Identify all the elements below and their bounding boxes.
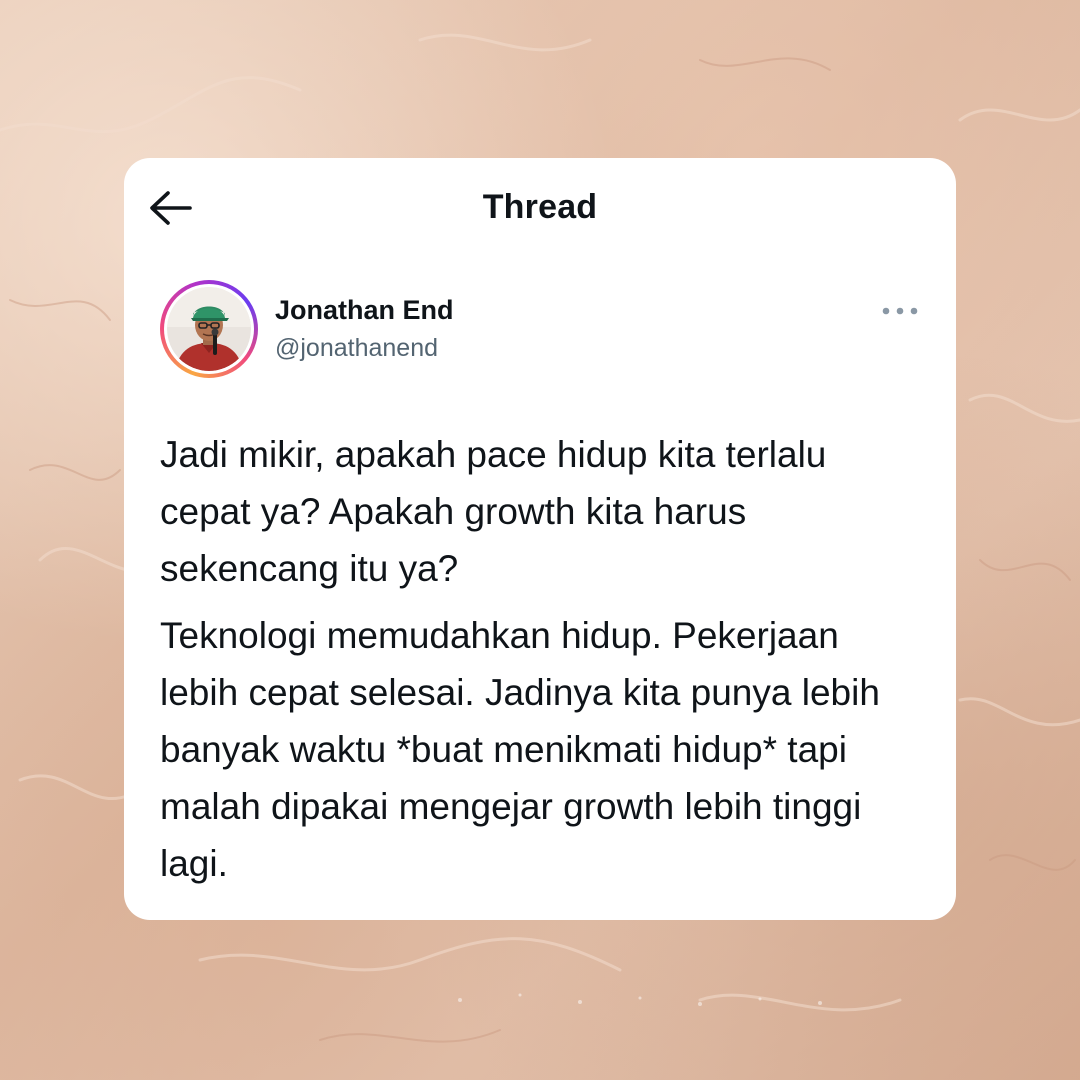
tweet-paragraph: Jadi mikir, apakah pace hidup kita terla… — [160, 434, 827, 589]
thread-card: Thread Jonathan End @jonathanend Jadi mi… — [124, 158, 956, 920]
author-display-name[interactable]: Jonathan End — [275, 295, 454, 326]
tweet-text: Jadi mikir, apakah pace hidup kita terla… — [160, 426, 920, 902]
more-horizontal-icon — [882, 307, 918, 315]
author-handle[interactable]: @jonathanend — [275, 334, 438, 363]
user-photo-avatar-icon — [167, 287, 251, 371]
more-options-button[interactable] — [880, 298, 920, 324]
page-title: Thread — [482, 188, 598, 226]
tweet-paragraph: Teknologi memudahkan hidup. Pekerjaan le… — [160, 615, 880, 884]
avatar[interactable] — [160, 280, 258, 378]
